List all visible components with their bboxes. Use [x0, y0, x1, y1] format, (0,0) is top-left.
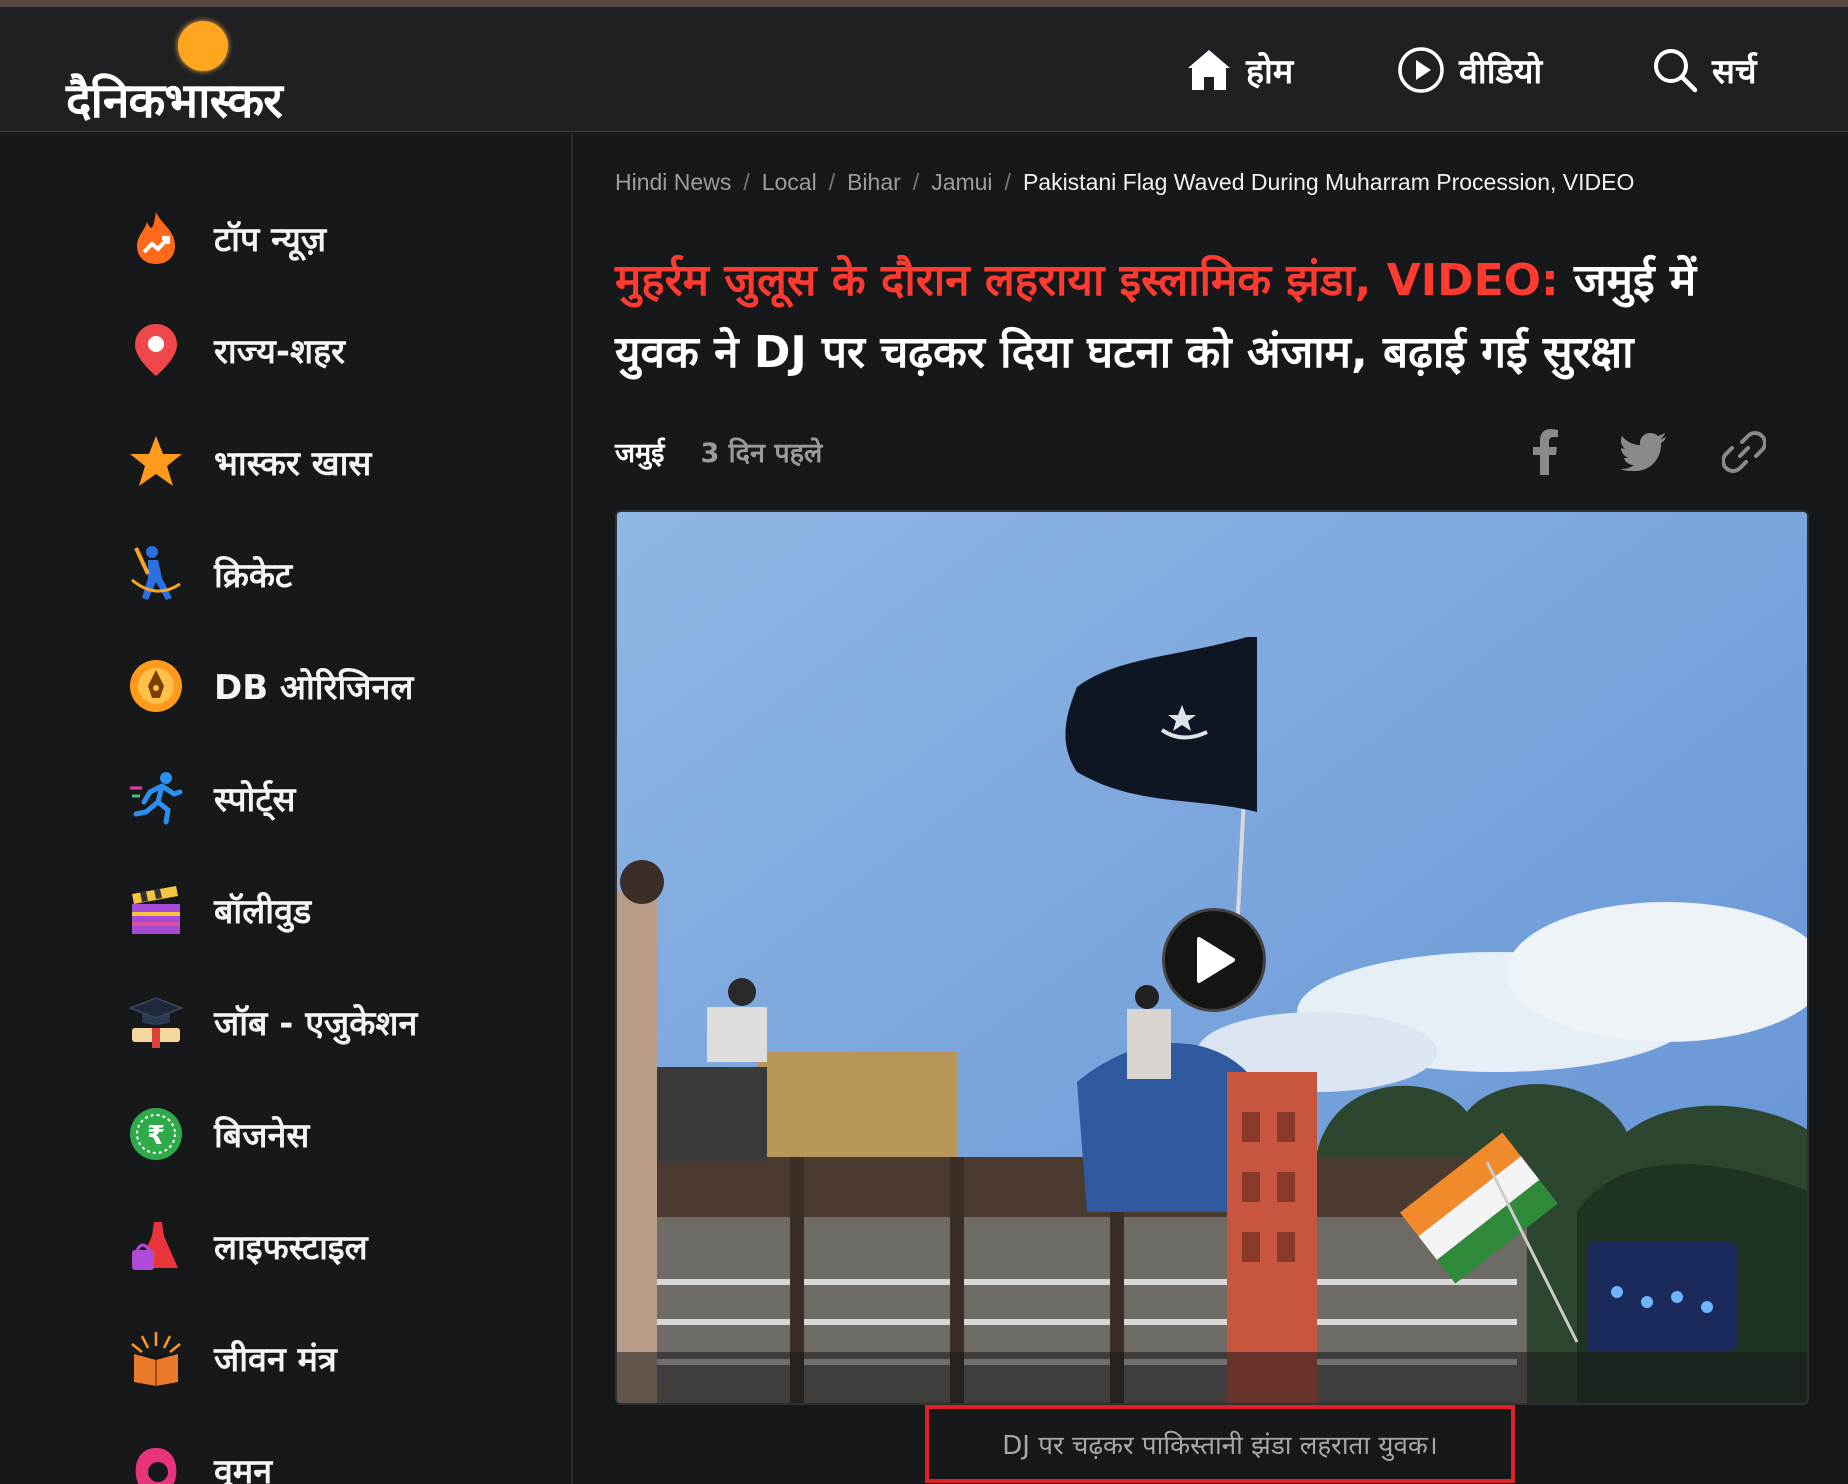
book-icon: [128, 1330, 184, 1386]
nav-home-label: होम: [1246, 51, 1294, 92]
article-headline: मुहर्रम जुलूस के दौरान लहराया इस्लामिक झ…: [615, 245, 1795, 389]
sidebar-item-lifestyle[interactable]: लाइफस्टाइल: [128, 1211, 368, 1281]
article-meta: जमुई 3 दिन पहले: [615, 433, 822, 470]
sidebar-item-bhaskar-khas[interactable]: भास्कर खास: [128, 427, 371, 497]
breadcrumb-separator: /: [743, 169, 750, 195]
search-icon: [1654, 48, 1698, 92]
nav-home[interactable]: होम: [1186, 7, 1293, 132]
sidebar-item-label: राज्य-शहर: [214, 332, 346, 372]
sidebar-item-label: DB ओरिजिनल: [214, 668, 414, 708]
logo-text: दैनिकभास्कर: [66, 73, 283, 129]
sidebar-item-db-original[interactable]: DB ओरिजिनल: [128, 651, 413, 721]
sidebar-item-label: जीवन मंत्र: [214, 1340, 337, 1380]
sidebar-item-job-education[interactable]: जॉब - एजुकेशन: [128, 987, 417, 1057]
sidebar-item-label: बॉलीवुड: [214, 892, 312, 932]
runner-icon: [128, 770, 184, 826]
breadcrumb-current: Pakistani Flag Waved During Muharram Pro…: [1022, 169, 1635, 195]
cricket-player-icon: [128, 546, 184, 602]
clapperboard-icon: [128, 882, 184, 938]
share-facebook-button[interactable]: [1515, 423, 1573, 481]
breadcrumb: Hindi News / Local / Bihar / Jamui / Pakistani F…: [615, 169, 1634, 196]
dress-icon: [128, 1218, 184, 1274]
sidebar-item-bollywood[interactable]: बॉलीवुड: [128, 875, 311, 945]
breadcrumb-separator: /: [828, 169, 836, 195]
breadcrumb-local[interactable]: Local: [762, 169, 817, 195]
breadcrumb-separator: /: [1004, 169, 1011, 195]
video-player[interactable]: [615, 510, 1809, 1405]
twitter-icon: [1621, 433, 1666, 471]
sidebar-item-label: लाइफस्टाइल: [214, 1228, 368, 1268]
site-header: दैनिकभास्कर: [0, 7, 1848, 132]
sidebar: टॉप न्यूज़ राज्य-शहर भास्कर खास क्रिकेट …: [0, 133, 573, 1484]
nav-search[interactable]: सर्च: [1652, 7, 1757, 132]
sidebar-item-label: स्पोर्ट्स: [214, 780, 296, 820]
share-twitter-button[interactable]: [1615, 423, 1673, 481]
sidebar-item-label: टॉप न्यूज़: [214, 220, 327, 260]
breadcrumb-jamui[interactable]: Jamui: [931, 169, 992, 195]
headline-highlight: मुहर्रम जुलूस के दौरान लहराया इस्लामिक झ…: [615, 255, 1559, 306]
svg-text:₹: ₹: [147, 1121, 165, 1151]
nav-video-label: वीडियो: [1459, 51, 1543, 92]
breadcrumb-separator: /: [912, 169, 920, 195]
link-icon: [1722, 431, 1766, 473]
sidebar-item-top-news[interactable]: टॉप न्यूज़: [128, 203, 326, 273]
breadcrumb-bihar[interactable]: Bihar: [847, 169, 901, 195]
sidebar-item-label: बिजनेस: [214, 1116, 310, 1156]
sidebar-item-woman[interactable]: वुमन: [128, 1435, 272, 1484]
sidebar-item-label: भास्कर खास: [214, 444, 372, 484]
video-play-button[interactable]: [1162, 908, 1266, 1012]
breadcrumb-hindi-news[interactable]: Hindi News: [615, 169, 731, 195]
graduation-cap-icon: [128, 994, 184, 1050]
facebook-icon: [1533, 429, 1558, 475]
fire-trending-icon: [128, 210, 184, 266]
sidebar-item-business[interactable]: ₹ बिजनेस: [128, 1099, 309, 1169]
play-icon: [1197, 937, 1235, 983]
sidebar-item-state-city[interactable]: राज्य-शहर: [128, 315, 345, 385]
pen-nib-icon: [128, 658, 184, 714]
article-time: 3 दिन पहले: [700, 438, 823, 469]
woman-icon: [128, 1442, 184, 1484]
sidebar-item-label: जॉब - एजुकेशन: [214, 1004, 418, 1044]
nav-search-label: सर्च: [1712, 51, 1757, 92]
dainik-bhaskar-logo[interactable]: दैनिकभास्कर: [66, 21, 356, 129]
top-accent-line: [0, 0, 1848, 7]
play-circle-icon: [1398, 46, 1444, 93]
location-pin-icon: [128, 322, 184, 378]
article-main: Hindi News / Local / Bihar / Jamui / Pakistani F…: [575, 133, 1848, 1484]
sidebar-item-label: वुमन: [214, 1452, 273, 1484]
home-icon: [1188, 49, 1230, 90]
sidebar-item-cricket[interactable]: क्रिकेट: [128, 539, 292, 609]
article-location[interactable]: जमुई: [615, 433, 664, 470]
share-link-button[interactable]: [1715, 423, 1773, 481]
video-caption: DJ पर चढ़कर पाकिस्तानी झंडा लहराता युवक।: [925, 1405, 1515, 1483]
star-icon: [128, 434, 184, 490]
sidebar-item-label: क्रिकेट: [214, 556, 293, 596]
logo-sun-icon: [178, 21, 228, 71]
nav-video[interactable]: वीडियो: [1397, 7, 1542, 132]
rupee-coin-icon: ₹: [128, 1106, 184, 1162]
sidebar-item-sports[interactable]: स्पोर्ट्स: [128, 763, 295, 833]
sidebar-item-jeevan-mantra[interactable]: जीवन मंत्र: [128, 1323, 337, 1393]
